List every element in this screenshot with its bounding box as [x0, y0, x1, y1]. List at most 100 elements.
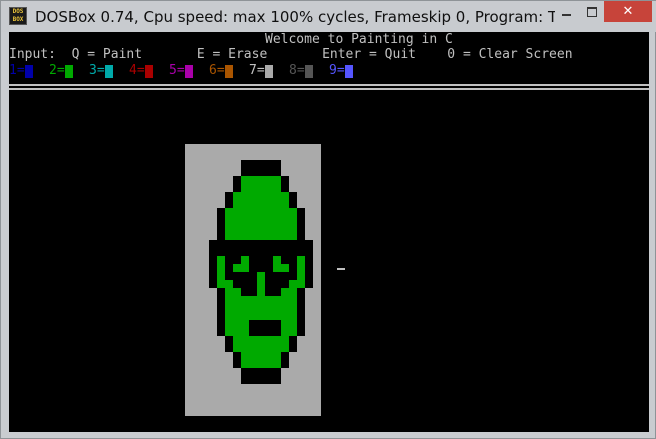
paint-pixel-green: [289, 288, 297, 296]
paint-pixel-black: [305, 280, 313, 288]
paint-pixel-black: [297, 304, 305, 312]
palette-swatch-9: [345, 65, 353, 78]
paint-pixel-black: [233, 176, 241, 184]
dos-screen[interactable]: Welcome to Painting in C Input: Q = Pain…: [9, 32, 649, 432]
paint-pixel-green: [257, 352, 265, 360]
dosbox-window: DOS BOX DOSBox 0.74, Cpu speed: max 100%…: [0, 0, 656, 439]
paint-pixel-black: [257, 256, 265, 264]
paint-pixel-green: [265, 208, 273, 216]
paint-pixel-green: [281, 232, 289, 240]
paint-pixel-black: [265, 248, 273, 256]
paint-pixel-green: [273, 304, 281, 312]
paint-pixel-green: [249, 336, 257, 344]
divider-line: [9, 84, 649, 90]
paint-pixel-green: [225, 232, 233, 240]
paint-pixel-black: [305, 248, 313, 256]
paint-pixel-black: [257, 368, 265, 376]
paint-pixel-black: [265, 272, 273, 280]
paint-pixel-green: [289, 328, 297, 336]
paint-pixel-black: [273, 168, 281, 176]
paint-pixel-black: [289, 240, 297, 248]
maximize-button[interactable]: [579, 1, 604, 22]
paint-pixel-black: [281, 184, 289, 192]
paint-pixel-green: [273, 192, 281, 200]
paint-pixel-black: [273, 248, 281, 256]
paint-pixel-black: [281, 272, 289, 280]
paint-pixel-black: [265, 320, 273, 328]
paint-pixel-green: [265, 192, 273, 200]
title-bar[interactable]: DOS BOX DOSBox 0.74, Cpu speed: max 100%…: [1, 1, 656, 32]
paint-pixel-black: [257, 328, 265, 336]
paint-pixel-black: [217, 208, 225, 216]
palette-swatch-6: [225, 65, 233, 78]
paint-pixel-green: [257, 192, 265, 200]
paint-pixel-black: [241, 280, 249, 288]
paint-pixel-green: [225, 304, 233, 312]
paint-pixel-black: [297, 224, 305, 232]
paint-pixel-green: [217, 256, 225, 264]
paint-pixel-green: [281, 208, 289, 216]
paint-pixel-green: [225, 224, 233, 232]
paint-pixel-green: [273, 296, 281, 304]
paint-pixel-green: [241, 296, 249, 304]
paint-pixel-black: [281, 256, 289, 264]
paint-pixel-black: [289, 344, 297, 352]
paint-pixel-black: [289, 192, 297, 200]
paint-pixel-green: [281, 328, 289, 336]
paint-pixel-green: [217, 280, 225, 288]
paint-pixel-black: [241, 376, 249, 384]
minimize-button[interactable]: [553, 1, 579, 22]
input-instructions: Input: Q = Paint E = Erase Enter = Quit …: [9, 47, 573, 62]
paint-pixel-green: [281, 200, 289, 208]
palette-label-4: 4=: [129, 63, 145, 78]
paint-pixel-black: [241, 240, 249, 248]
paint-pixel-black: [217, 224, 225, 232]
paint-pixel-black: [217, 232, 225, 240]
paint-pixel-black: [241, 160, 249, 168]
palette-label-5: 5=: [169, 63, 185, 78]
paint-pixel-green: [265, 184, 273, 192]
paint-pixel-green: [289, 296, 297, 304]
paint-pixel-green: [257, 304, 265, 312]
paint-pixel-green: [281, 216, 289, 224]
paint-pixel-green: [233, 320, 241, 328]
paint-pixel-black: [297, 232, 305, 240]
paint-pixel-black: [297, 288, 305, 296]
paint-pixel-green: [217, 264, 225, 272]
dosbox-app-icon[interactable]: DOS BOX: [9, 7, 27, 25]
paint-pixel-black: [305, 256, 313, 264]
painting-canvas[interactable]: [185, 144, 321, 416]
paint-pixel-black: [217, 304, 225, 312]
paint-pixel-green: [241, 184, 249, 192]
paint-pixel-black: [233, 240, 241, 248]
paint-pixel-green: [289, 232, 297, 240]
palette-swatch-1: [25, 65, 33, 78]
paint-pixel-green: [249, 312, 257, 320]
paint-pixel-green: [233, 224, 241, 232]
paint-pixel-black: [233, 256, 241, 264]
paint-pixel-black: [209, 264, 217, 272]
paint-pixel-green: [273, 208, 281, 216]
paint-pixel-black: [217, 328, 225, 336]
paint-pixel-black: [217, 240, 225, 248]
paint-pixel-black: [281, 176, 289, 184]
paint-pixel-black: [217, 312, 225, 320]
paint-pixel-green: [257, 224, 265, 232]
palette-label-6: 6=: [209, 63, 225, 78]
paint-pixel-black: [217, 216, 225, 224]
paint-pixel-green: [257, 280, 265, 288]
paint-pixel-green: [257, 288, 265, 296]
paint-pixel-black: [209, 256, 217, 264]
paint-pixel-black: [273, 240, 281, 248]
paint-pixel-green: [241, 256, 249, 264]
paint-pixel-green: [241, 224, 249, 232]
paint-pixel-black: [297, 208, 305, 216]
paint-pixel-black: [225, 200, 233, 208]
paint-pixel-black: [273, 288, 281, 296]
palette-label-8: 8=: [289, 63, 305, 78]
close-button[interactable]: ✕: [604, 1, 652, 22]
paint-pixel-black: [265, 256, 273, 264]
paint-pixel-black: [209, 248, 217, 256]
paint-pixel-green: [233, 296, 241, 304]
paint-pixel-green: [241, 312, 249, 320]
